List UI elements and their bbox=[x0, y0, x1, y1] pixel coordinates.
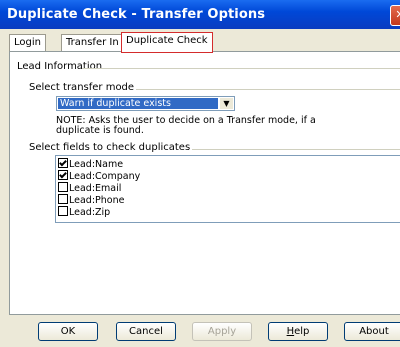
field-label: Lead:Company bbox=[69, 171, 141, 182]
lead-information-divider bbox=[82, 68, 400, 69]
apply-button[interactable]: Apply bbox=[192, 322, 252, 341]
field-item-company[interactable]: Lead:Company bbox=[58, 170, 140, 182]
chevron-down-icon[interactable]: ▼ bbox=[219, 98, 233, 109]
help-button-mnemonic: H bbox=[286, 326, 295, 337]
dialog-window: Duplicate Check - Transfer Options ✕ Log… bbox=[0, 0, 400, 347]
tab-transfer-in[interactable]: Transfer In bbox=[61, 34, 124, 52]
field-item-zip[interactable]: Lead:Zip bbox=[58, 206, 110, 218]
window-title: Duplicate Check - Transfer Options bbox=[7, 7, 266, 22]
transfer-mode-select[interactable]: Warn if duplicate exists ▼ bbox=[56, 96, 235, 111]
title-bar[interactable]: Duplicate Check - Transfer Options ✕ bbox=[0, 0, 400, 29]
field-label: Lead:Phone bbox=[69, 195, 125, 206]
transfer-mode-note: NOTE: Asks the user to decide on a Trans… bbox=[56, 115, 316, 136]
transfer-mode-selected-value: Warn if duplicate exists bbox=[58, 98, 218, 109]
tab-duplicate-check[interactable]: Duplicate Check bbox=[121, 32, 213, 53]
field-label: Lead:Name bbox=[69, 159, 124, 170]
checkbox[interactable] bbox=[58, 170, 68, 180]
ok-button[interactable]: OK bbox=[38, 322, 98, 341]
transfer-mode-divider bbox=[136, 89, 400, 90]
help-button[interactable]: Help bbox=[268, 322, 328, 341]
checkbox[interactable] bbox=[58, 158, 68, 168]
checkbox[interactable] bbox=[58, 182, 68, 192]
fields-label: Select fields to check duplicates bbox=[29, 142, 191, 153]
fields-divider bbox=[192, 149, 400, 150]
close-icon[interactable]: ✕ bbox=[390, 5, 400, 26]
tab-login[interactable]: Login bbox=[9, 34, 46, 52]
field-label: Lead:Zip bbox=[69, 207, 111, 218]
checkbox[interactable] bbox=[58, 206, 68, 216]
field-label: Lead:Email bbox=[69, 183, 122, 194]
field-item-phone[interactable]: Lead:Phone bbox=[58, 194, 124, 206]
about-button[interactable]: About bbox=[344, 322, 400, 341]
transfer-mode-label: Select transfer mode bbox=[29, 82, 135, 93]
fields-checklist: Lead:Name Lead:Company Lead:Email Lead:P… bbox=[55, 155, 400, 223]
cancel-button[interactable]: Cancel bbox=[116, 322, 176, 341]
field-item-name[interactable]: Lead:Name bbox=[58, 158, 123, 170]
checkbox[interactable] bbox=[58, 194, 68, 204]
lead-information-label: Lead Information bbox=[17, 61, 103, 72]
field-item-email[interactable]: Lead:Email bbox=[58, 182, 121, 194]
help-button-label: elp bbox=[294, 326, 310, 337]
